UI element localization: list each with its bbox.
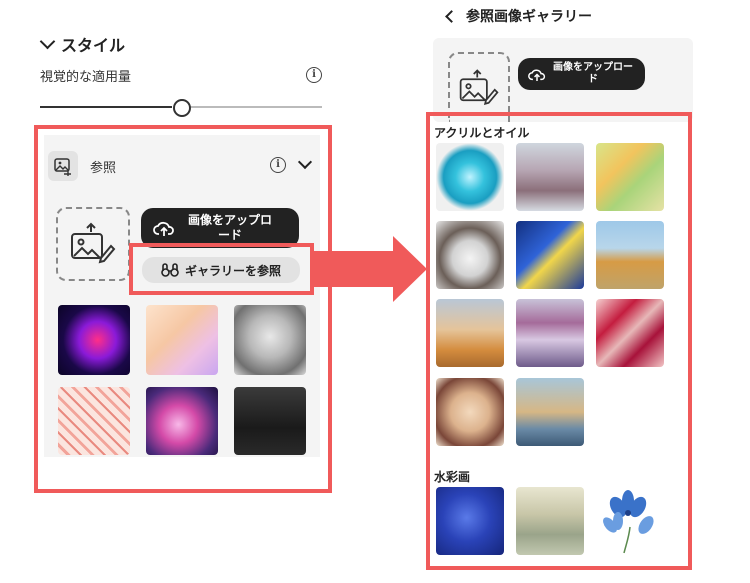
gallery-thumb-autumn-field[interactable] xyxy=(436,299,504,367)
category-watercolor-title: 水彩画 xyxy=(434,470,471,484)
gallery-upload-panel: 画像をアップロード xyxy=(433,38,693,122)
gallery-thumb-canyon-water[interactable] xyxy=(516,299,584,367)
cloud-upload-icon xyxy=(528,69,546,81)
gallery-thumb-city-street[interactable] xyxy=(516,143,584,211)
gallery-header-title: 参照画像ギャラリー xyxy=(466,9,592,25)
gallery-thumb-abstract-yellow[interactable] xyxy=(596,143,664,211)
gallery-thumb-windmill-field[interactable] xyxy=(596,221,664,289)
strength-label: 視覚的な適用量 xyxy=(40,70,132,85)
back-chevron-icon[interactable] xyxy=(445,9,458,23)
slider-track[interactable] xyxy=(190,106,322,108)
arrow-right-icon xyxy=(393,236,427,302)
gallery-thumb-red-strokes[interactable] xyxy=(596,299,664,367)
upload-image-icon xyxy=(459,69,499,105)
gallery-thumb-face-painting[interactable] xyxy=(436,378,504,446)
gallery-thumb-blue-flowers[interactable] xyxy=(596,487,664,555)
gallery-thumb-blue-watercolor[interactable] xyxy=(436,487,504,555)
gallery-thumb-blue-swirl[interactable] xyxy=(436,143,504,211)
style-section-header[interactable]: スタイル xyxy=(39,32,126,56)
info-icon[interactable]: i xyxy=(306,67,322,83)
gallery-thumb-city-aerial[interactable] xyxy=(516,487,584,555)
gallery-upload-label: 画像をアップロード xyxy=(553,62,633,85)
gallery-thumb-blue-abstract[interactable] xyxy=(516,221,584,289)
highlight-frame-left xyxy=(34,125,332,493)
highlight-frame-gallery-button xyxy=(129,243,314,295)
gallery-thumb-windmill-water[interactable] xyxy=(516,378,584,446)
gallery-thumb-woman-portrait[interactable] xyxy=(436,221,504,289)
strength-slider-thumb[interactable] xyxy=(173,99,191,117)
gallery-upload-button[interactable]: 画像をアップロード xyxy=(518,58,645,90)
style-section-title: スタイル xyxy=(61,36,126,55)
slider-track-filled[interactable] xyxy=(40,106,172,108)
gallery-header: 参照画像ギャラリー xyxy=(445,6,592,26)
arrow-shaft xyxy=(313,251,395,287)
chevron-down-icon xyxy=(39,33,56,50)
category-acrylic-oil-title: アクリルとオイル xyxy=(434,126,530,140)
